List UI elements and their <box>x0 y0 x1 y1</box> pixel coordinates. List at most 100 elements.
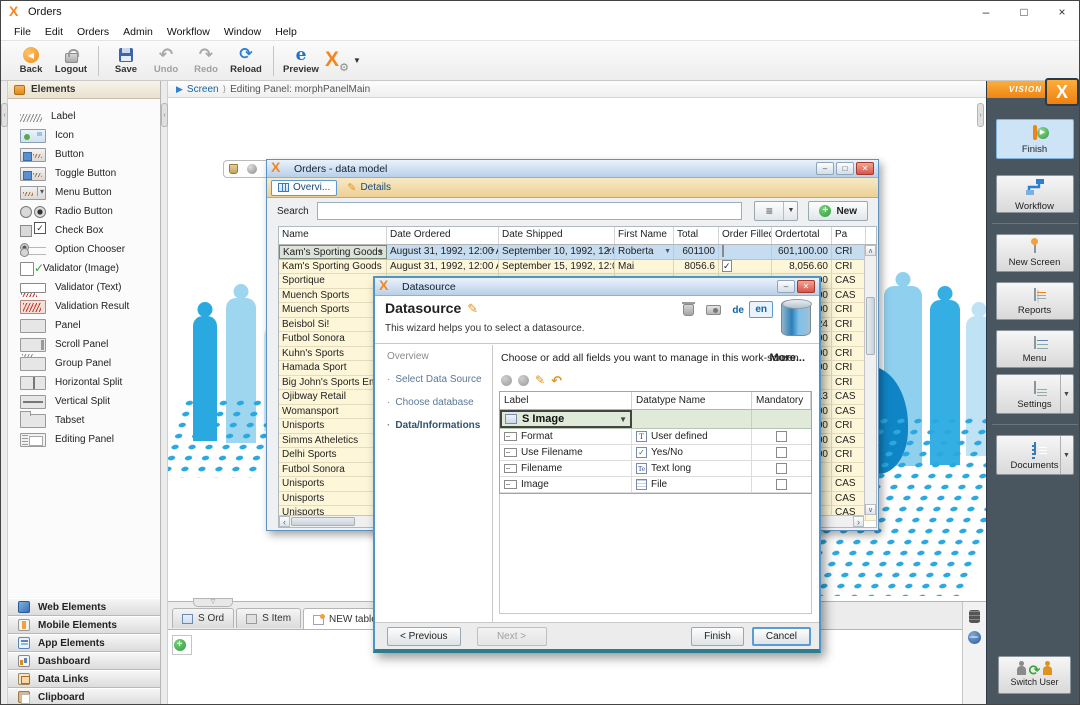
cancel-button[interactable]: Cancel <box>752 627 811 646</box>
maximize-button[interactable]: □ <box>836 162 854 175</box>
table-row[interactable]: Kam's Sporting Goods▼August 31, 1992, 12… <box>279 245 876 260</box>
element-item-button[interactable]: Button <box>8 145 160 164</box>
language-de-link[interactable]: de <box>732 305 744 316</box>
chevron-down-icon[interactable]: ▼ <box>489 248 496 255</box>
cell[interactable]: Kam's Sporting Goods▼ <box>279 245 387 259</box>
cell[interactable]: Futbol Sonora <box>279 463 387 477</box>
wizard-step-choose-database[interactable]: Choose database <box>387 397 492 408</box>
field-row-format[interactable]: FormatTUser defined <box>500 429 811 445</box>
cell[interactable]: CRI <box>832 318 866 332</box>
add-column-button[interactable]: + <box>172 635 192 655</box>
scrollbar-thumb[interactable] <box>866 297 875 355</box>
field-row-use-filename[interactable]: Use Filename✓Yes/No <box>500 445 811 461</box>
cell[interactable]: CRI <box>832 245 866 259</box>
menu-file[interactable]: File <box>7 26 38 38</box>
menu-workflow[interactable]: Workflow <box>160 26 217 38</box>
chevron-down-icon[interactable]: ▼ <box>1060 375 1073 413</box>
cell[interactable]: Muench Sports <box>279 303 387 317</box>
mandatory-checkbox[interactable] <box>776 479 787 490</box>
column-header-name[interactable]: Name <box>279 227 387 244</box>
more-link[interactable]: More... <box>770 352 805 364</box>
accordion-web-elements[interactable]: Web Elements <box>8 598 160 616</box>
menu-window[interactable]: Window <box>217 26 268 38</box>
new-record-button[interactable]: +New <box>808 201 868 221</box>
cell[interactable]: ✓ <box>719 260 772 274</box>
cell[interactable]: CRI <box>832 376 866 390</box>
column-header-pa[interactable]: Pa <box>832 227 866 244</box>
cell[interactable]: Ojibway Retail <box>279 390 387 404</box>
accordion-data-links[interactable]: Data Links <box>8 670 160 688</box>
edit-pencil-icon[interactable]: ✎ <box>467 301 478 316</box>
element-item-horizontal-split[interactable]: Horizontal Split <box>8 373 160 392</box>
cell[interactable]: Unisports <box>279 419 387 433</box>
cell[interactable]: CAS <box>832 477 866 491</box>
chevron-down-icon[interactable]: ▼ <box>1060 436 1073 474</box>
sphere-icon[interactable] <box>247 164 257 174</box>
collapse-handle-icon[interactable]: ‹ <box>1 103 8 127</box>
menu-edit[interactable]: Edit <box>38 26 70 38</box>
element-item-validator-text[interactable]: Validator (Text) <box>8 278 160 297</box>
cell[interactable]: CAS <box>832 274 866 288</box>
cell[interactable]: Simms Atheletics <box>279 434 387 448</box>
element-item-scroll-panel[interactable]: Scroll Panel <box>8 335 160 354</box>
collapse-handle-icon[interactable]: › <box>977 103 984 127</box>
accordion-mobile-elements[interactable]: Mobile Elements <box>8 616 160 634</box>
close-button[interactable]: × <box>1043 1 1080 23</box>
cell[interactable]: CRI <box>832 347 866 361</box>
element-item-radio-button[interactable]: Radio Button <box>8 202 160 221</box>
datasource-titlebar[interactable]: Datasource – ✕ <box>375 278 819 296</box>
bottom-tab-s-ord[interactable]: S Ord <box>172 608 234 628</box>
menu-help[interactable]: Help <box>268 26 304 38</box>
fields-group-row[interactable]: S Image ▼ <box>500 410 811 429</box>
data-model-titlebar[interactable]: Orders - data model – □ ✕ <box>267 160 878 178</box>
cell[interactable]: 601100 <box>674 245 719 259</box>
accordion-app-elements[interactable]: App Elements <box>8 634 160 652</box>
cell[interactable]: CRI <box>832 463 866 477</box>
checkbox[interactable] <box>722 245 724 257</box>
reload-button[interactable]: ⟳Reload <box>227 43 265 79</box>
cell[interactable]: August 31, 1992, 12:00 AM <box>387 260 499 274</box>
cell[interactable]: September 10, 1992, 12:00 AM▼ <box>499 245 615 259</box>
cell[interactable]: 601,100.00 <box>772 245 832 259</box>
visionx-logo-icon[interactable]: X <box>1045 78 1079 106</box>
minimize-button[interactable]: – <box>967 1 1005 23</box>
cell[interactable]: CAS <box>832 405 866 419</box>
sidebar-splitter[interactable]: ‹ <box>161 81 168 705</box>
finish-button[interactable]: Finish <box>996 119 1074 159</box>
preview-button[interactable]: ePreview <box>282 43 320 79</box>
accordion-clipboard[interactable]: Clipboard <box>8 688 160 705</box>
element-item-validation-result[interactable]: Validation Result <box>8 297 160 316</box>
element-item-check-box[interactable]: Check Box <box>8 221 160 240</box>
checkbox[interactable]: ✓ <box>722 260 732 272</box>
chevron-down-icon[interactable]: ▼ <box>605 248 612 255</box>
column-header-first-name[interactable]: First Name <box>615 227 674 244</box>
visionx-logo-icon[interactable] <box>321 50 347 72</box>
maximize-button[interactable]: □ <box>1005 1 1043 23</box>
settings-button[interactable]: Settings▼ <box>996 374 1074 414</box>
scroll-down-icon[interactable]: ∨ <box>865 504 876 515</box>
back-button[interactable]: ◀Back <box>12 43 50 79</box>
add-field-icon[interactable] <box>501 375 512 386</box>
save-button[interactable]: Save <box>107 43 145 79</box>
element-item-option-chooser[interactable]: Option Chooser <box>8 240 160 259</box>
mandatory-checkbox[interactable] <box>776 463 787 474</box>
tab-details[interactable]: ✎Details <box>341 180 397 196</box>
scroll-up-icon[interactable]: ∧ <box>865 245 876 256</box>
close-button[interactable]: ✕ <box>856 162 874 175</box>
minimize-button[interactable]: – <box>777 280 795 293</box>
database-icon[interactable] <box>969 610 980 623</box>
globe-icon[interactable] <box>968 631 981 644</box>
field-row-image[interactable]: ImageFile <box>500 477 811 493</box>
cell[interactable]: CRI <box>832 303 866 317</box>
cell[interactable]: Unisports <box>279 477 387 491</box>
column-header-total[interactable]: Total <box>674 227 719 244</box>
cell[interactable]: 8056.6 <box>674 260 719 274</box>
image-icon[interactable] <box>706 305 721 315</box>
cell[interactable]: CAS <box>832 492 866 506</box>
chevron-down-icon[interactable]: ▼ <box>377 249 384 256</box>
logout-button[interactable]: Logout <box>52 43 90 79</box>
column-header-date-ordered[interactable]: Date Ordered <box>387 227 499 244</box>
cell[interactable]: Muench Sports <box>279 289 387 303</box>
workflow-button[interactable]: Workflow <box>996 175 1074 213</box>
cell[interactable]: Mai <box>615 260 674 274</box>
